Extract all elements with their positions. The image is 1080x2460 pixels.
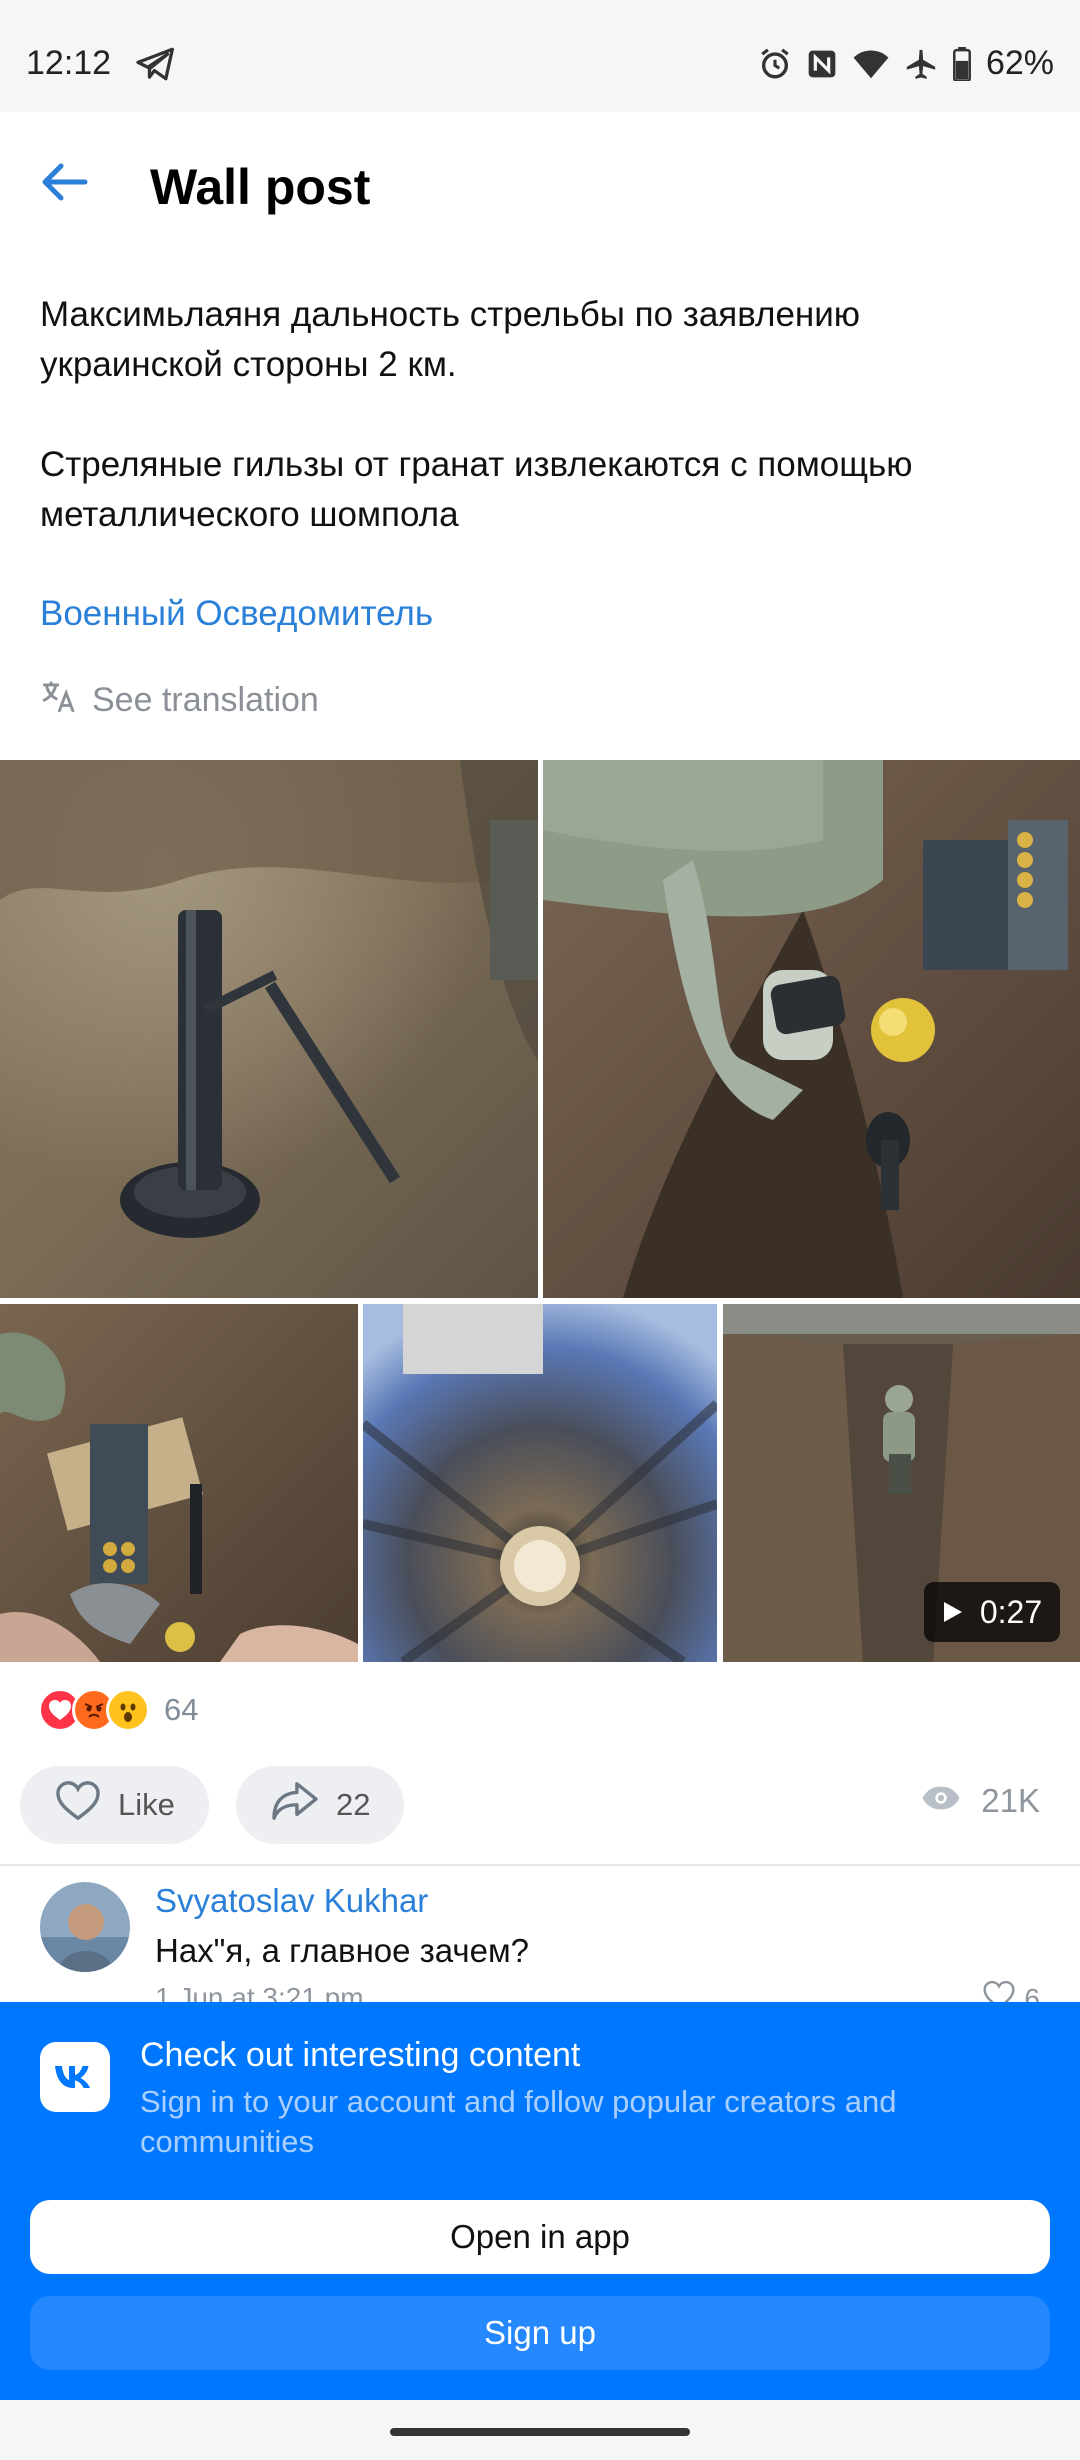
wifi-icon: [852, 48, 890, 80]
avatar[interactable]: [40, 1882, 130, 1972]
status-icons: 62%: [758, 44, 1054, 83]
reactions-summary[interactable]: 64: [38, 1688, 198, 1732]
post-paragraph: Максимьлаяня дальность стрельбы по заявл…: [40, 295, 861, 384]
like-label: Like: [118, 1787, 175, 1822]
status-bar: 12:12 62%: [0, 0, 1080, 112]
translate-icon: [40, 678, 78, 723]
surprised-reaction-icon: [106, 1688, 150, 1732]
play-icon: [942, 1600, 964, 1624]
battery-icon: [952, 46, 972, 81]
comment-text: Нах"я, а главное зачем?: [155, 1932, 530, 1969]
post-paragraph: Стреляные гильзы от гранат извлекаются с…: [40, 445, 913, 534]
navigation-gesture-area: [0, 2400, 1080, 2460]
video-trench[interactable]: 0:27: [723, 1304, 1080, 1662]
views-count: 21K: [981, 1782, 1040, 1819]
battery-level: 62%: [985, 44, 1054, 82]
see-translation-label: See translation: [92, 681, 319, 719]
open-in-app-button[interactable]: Open in app: [30, 2200, 1050, 2274]
video-duration-badge: 0:27: [924, 1582, 1060, 1642]
share-arrow-icon: [270, 1780, 320, 1830]
photo-barrel-inside[interactable]: [363, 1304, 717, 1662]
photo-grenade-hand[interactable]: [543, 760, 1080, 1298]
section-divider: [0, 1864, 1080, 1866]
alarm-icon: [758, 47, 792, 81]
app-header: Wall post: [0, 112, 1080, 262]
promo-title: Check out interesting content: [140, 2036, 581, 2074]
like-button[interactable]: Like: [20, 1766, 209, 1844]
home-gesture-bar[interactable]: [390, 2428, 690, 2436]
page-title: Wall post: [150, 159, 371, 215]
see-translation-button[interactable]: See translation: [40, 678, 319, 723]
nfc-icon: [806, 48, 838, 80]
views-counter: 21K: [921, 1782, 1040, 1820]
airplane-icon: [904, 47, 938, 81]
eye-icon: [921, 1782, 961, 1820]
share-count: 22: [336, 1787, 371, 1822]
heart-outline-icon: [54, 1780, 102, 1830]
share-button[interactable]: 22: [236, 1766, 405, 1844]
video-duration: 0:27: [979, 1593, 1043, 1630]
telegram-icon: [136, 46, 176, 87]
status-time: 12:12: [26, 44, 112, 82]
photo-ammo-box[interactable]: [0, 1304, 358, 1662]
reactions-count: 64: [164, 1692, 199, 1727]
promo-subtitle: Sign in to your account and follow popul…: [140, 2084, 897, 2159]
back-button[interactable]: [36, 156, 92, 212]
sign-up-button[interactable]: Sign up: [30, 2296, 1050, 2370]
comment-author[interactable]: Svyatoslav Kukhar: [155, 1882, 428, 1920]
vk-logo-icon: [40, 2042, 110, 2112]
arrow-left-icon: [39, 162, 89, 207]
photo-mortar[interactable]: [0, 760, 538, 1298]
signin-promo-panel: Check out interesting content Sign in to…: [0, 2002, 1080, 2400]
post-source-link[interactable]: Военный Осведомитель: [40, 594, 433, 634]
post-text: Максимьлаяня дальность стрельбы по заявл…: [40, 290, 1040, 590]
